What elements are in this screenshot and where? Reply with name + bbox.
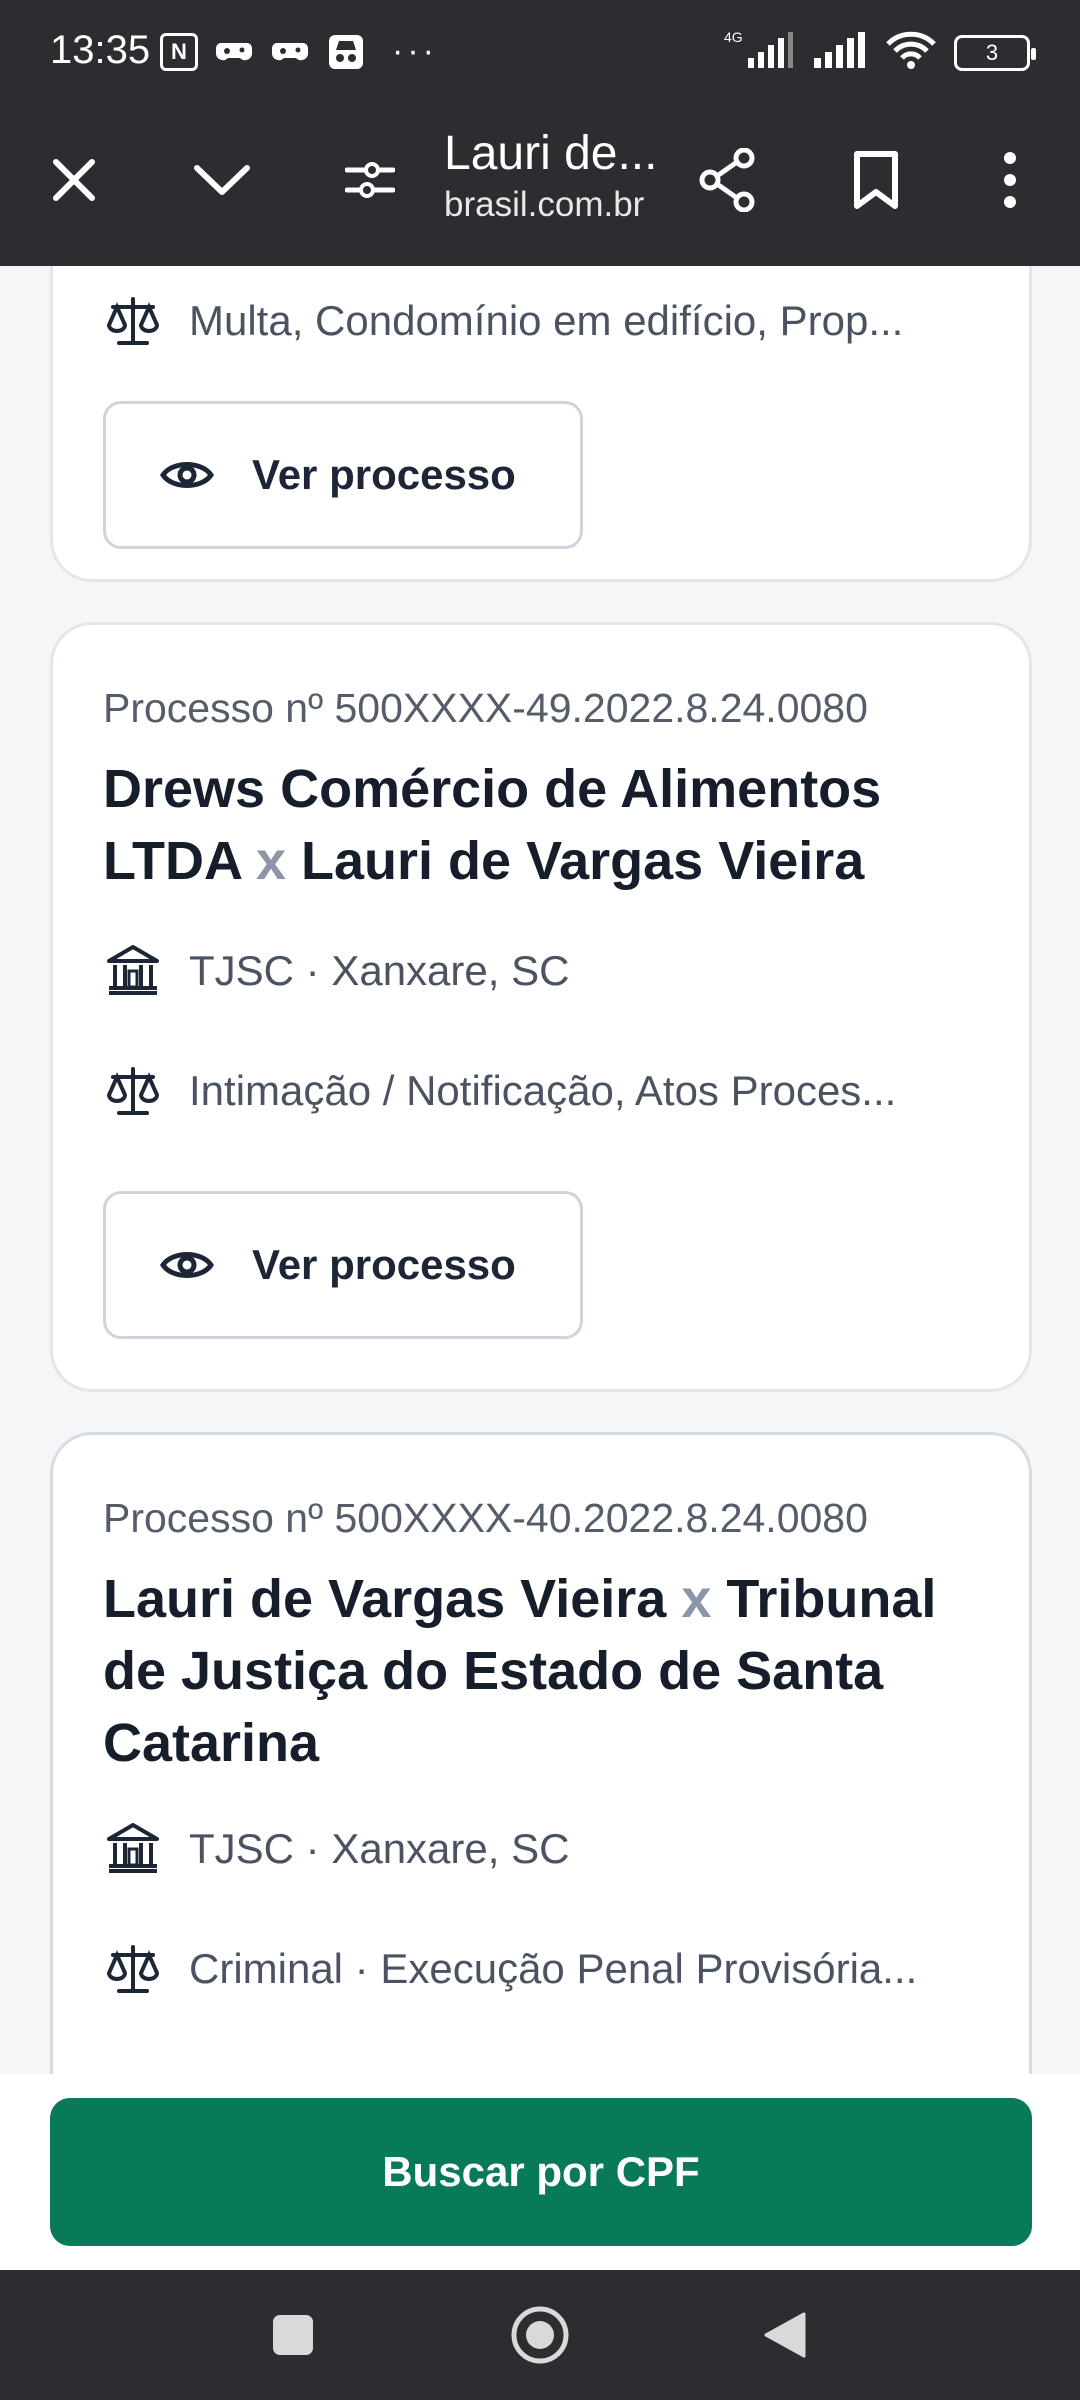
nfc-icon: N: [160, 32, 198, 71]
share-icon: [699, 148, 755, 212]
system-navigation-bar: [0, 2270, 1080, 2400]
process-number: Processo nº 500XXXX-49.2022.8.24.0080: [103, 685, 868, 731]
process-card: Processo nº 500XXXX-49.2022.8.24.0080 Dr…: [50, 622, 1032, 1392]
status-bar: 13:35 N ··· 4G 3: [0, 0, 1080, 104]
square-icon: [273, 2315, 313, 2355]
battery-level: 3: [985, 39, 999, 65]
page-title: Lauri de...: [444, 127, 658, 180]
process-card: Processo nº 500XXXX-40.2022.8.24.0080 La…: [50, 1432, 1032, 2074]
wifi-icon: [886, 30, 936, 75]
signal-icon: [812, 30, 868, 75]
more-notifications-icon: ···: [392, 32, 438, 70]
bookmark-icon: [854, 151, 898, 209]
process-card: Multa, Condomínio em edifício, Prop... V…: [50, 266, 1032, 582]
svg-text:4G: 4G: [724, 30, 743, 45]
page-title-block[interactable]: Lauri de... brasil.com.br: [444, 126, 659, 225]
court-text: TJSC · Xanxare, SC: [189, 947, 570, 994]
close-icon: [53, 159, 95, 201]
bookmark-button[interactable]: [836, 140, 916, 220]
recents-button[interactable]: [258, 2300, 328, 2370]
page-url: brasil.com.br: [444, 185, 645, 224]
minimize-button[interactable]: [182, 140, 262, 220]
results-list[interactable]: Multa, Condomínio em edifício, Prop... V…: [0, 266, 1080, 2074]
subject-row: Intimação / Notificação, Atos Proces...: [103, 1061, 896, 1121]
parties-title: Lauri de Vargas Vieira x Tribunal de Jus…: [103, 1563, 1003, 1779]
courthouse-icon: [103, 1819, 163, 1879]
versus-mark: x: [681, 1569, 712, 1629]
process-number: Processo nº 500XXXX-40.2022.8.24.0080: [103, 1495, 868, 1541]
subject-text: Criminal · Execução Penal Provisória...: [189, 1945, 918, 1992]
court-row: TJSC · Xanxare, SC: [103, 941, 569, 1001]
button-label: Ver processo: [252, 451, 516, 498]
party-a: Lauri de Vargas Vieira: [103, 1569, 667, 1629]
clock: 13:35: [50, 28, 151, 72]
game-controller-icon: [214, 34, 254, 70]
subject-row: Multa, Condomínio em edifício, Prop...: [103, 291, 903, 351]
search-by-cpf-button[interactable]: Buscar por CPF: [50, 2098, 1032, 2246]
court-row: TJSC · Xanxare, SC: [103, 1819, 569, 1879]
subject-row: Criminal · Execução Penal Provisória...: [103, 1939, 917, 1999]
back-button[interactable]: [750, 2300, 820, 2370]
browser-toolbar: Lauri de... brasil.com.br: [0, 104, 1080, 266]
triangle-back-icon: [764, 2312, 806, 2358]
subject-text: Multa, Condomínio em edifício, Prop...: [189, 297, 904, 344]
battery-icon: 3: [954, 34, 1036, 71]
tune-icon: [345, 162, 395, 198]
close-button[interactable]: [34, 140, 114, 220]
versus-mark: x: [255, 831, 287, 891]
circle-icon: [511, 2306, 569, 2364]
sticky-footer: Buscar por CPF: [0, 2074, 1080, 2270]
view-process-button[interactable]: Ver processo: [103, 401, 583, 549]
view-process-button[interactable]: Ver processo: [103, 1191, 583, 1339]
eye-icon: [160, 462, 214, 488]
more-vert-icon: [1004, 152, 1016, 208]
scale-icon: [103, 291, 163, 351]
parties-title: Drews Comércio de Alimentos LTDA x Lauri…: [103, 753, 1003, 897]
court-text: TJSC · Xanxare, SC: [189, 1825, 570, 1872]
party-b: Lauri de Vargas Vieira: [301, 831, 865, 891]
overflow-menu-button[interactable]: [970, 140, 1050, 220]
chevron-down-icon: [194, 165, 250, 195]
subject-text: Intimação / Notificação, Atos Proces...: [189, 1067, 897, 1114]
courthouse-icon: [103, 941, 163, 1001]
scale-icon: [103, 1061, 163, 1121]
share-button[interactable]: [688, 140, 768, 220]
home-button[interactable]: [505, 2300, 575, 2370]
game-controller-icon: [270, 34, 310, 70]
scale-icon: [103, 1939, 163, 1999]
button-label: Ver processo: [252, 1241, 516, 1288]
incognito-icon: [326, 34, 366, 70]
site-settings-button[interactable]: [330, 140, 410, 220]
eye-icon: [160, 1252, 214, 1278]
signal-4g-icon: 4G: [724, 29, 794, 75]
